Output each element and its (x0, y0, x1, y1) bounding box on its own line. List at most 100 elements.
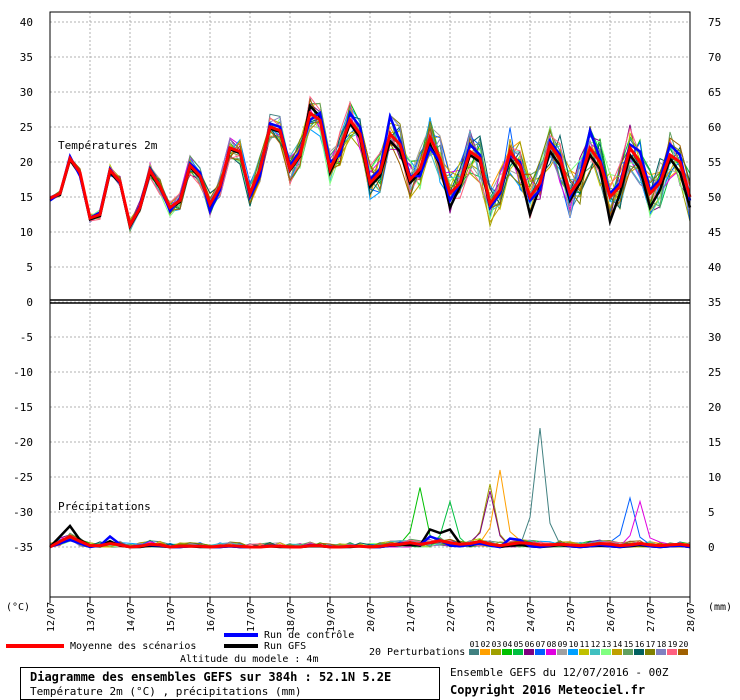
x-tick-label: 17/07 (246, 602, 257, 632)
right-tick-label: 10 (708, 471, 721, 484)
perturbation-number: 08 (546, 640, 557, 649)
left-tick-label: 35 (20, 51, 33, 64)
perturbation-swatch (634, 649, 644, 655)
perturbation-swatch (480, 649, 490, 655)
left-tick-label: -30 (13, 506, 33, 519)
x-tick-label: 28/07 (686, 602, 697, 632)
perturbation-number: 05 (513, 640, 524, 649)
legend-mean-swatch (6, 644, 64, 648)
perturbation-swatches (469, 649, 689, 655)
perturbation-number: 18 (656, 640, 667, 649)
left-tick-label: -20 (13, 436, 33, 449)
x-tick-label: 26/07 (606, 602, 617, 632)
right-tick-label: 70 (708, 51, 721, 64)
x-tick-label: 18/07 (286, 602, 297, 632)
right-unit-label: (mm) (708, 602, 732, 613)
perturbation-swatch (656, 649, 666, 655)
perturbation-swatch (590, 649, 600, 655)
perturbation-number: 19 (667, 640, 678, 649)
right-tick-label: 15 (708, 436, 721, 449)
precip-panel-label: Précipitations (58, 500, 151, 513)
right-tick-label: 25 (708, 366, 721, 379)
perturbation-swatch (491, 649, 501, 655)
x-tick-label: 21/07 (406, 602, 417, 632)
perturbation-number: 09 (557, 640, 568, 649)
perturbation-number: 15 (623, 640, 634, 649)
ensemble-run-label: Ensemble GEFS du 12/07/2016 - 00Z (450, 666, 669, 679)
legend-gfs: Run GFS (224, 641, 306, 652)
perturbation-swatch (601, 649, 611, 655)
x-tick-label: 12/07 (46, 602, 57, 632)
x-tick-label: 14/07 (126, 602, 137, 632)
right-tick-label: 65 (708, 86, 721, 99)
right-tick-label: 0 (708, 541, 715, 554)
diagram-title: Diagramme des ensembles GEFS sur 384h : … (30, 670, 392, 684)
perturbation-numbers: 01 02 03 04 05 06 07 08 09 10 11 12 13 14 15 16 17 18 19 20 (469, 640, 689, 649)
legend-perturbations: 20 Perturbations (369, 647, 466, 658)
perturbation-number: 12 (590, 640, 601, 649)
right-tick-label: 40 (708, 261, 721, 274)
perturbation-swatch (535, 649, 545, 655)
x-tick-label: 15/07 (166, 602, 177, 632)
copyright-label: Copyright 2016 Meteociel.fr (450, 683, 646, 697)
x-tick-label: 16/07 (206, 602, 217, 632)
left-tick-label: -15 (13, 401, 33, 414)
left-tick-label: -10 (13, 366, 33, 379)
perturbation-number: 02 (480, 640, 491, 649)
x-tick-label: 24/07 (526, 602, 537, 632)
perturbation-number: 04 (502, 640, 513, 649)
left-tick-label: -25 (13, 471, 33, 484)
altitude-label: Altitude du modele : 4m (180, 654, 319, 665)
perturbation-number: 14 (612, 640, 623, 649)
perturbation-swatch (568, 649, 578, 655)
temperature-panel-label: Températures 2m (58, 139, 158, 152)
legend-control-label: Run de contrôle (264, 630, 355, 641)
legend-gfs-swatch (224, 644, 258, 648)
legend-control: Run de contrôle (224, 630, 354, 641)
x-tick-label: 13/07 (86, 602, 97, 632)
legend-control-swatch (224, 633, 258, 637)
perturbation-swatch (502, 649, 512, 655)
x-tick-label: 19/07 (326, 602, 337, 632)
perturbation-number: 10 (568, 640, 579, 649)
right-tick-label: 55 (708, 156, 721, 169)
left-tick-label: 10 (20, 226, 33, 239)
left-tick-label: 20 (20, 156, 33, 169)
perturbation-swatch (645, 649, 655, 655)
x-tick-label: 27/07 (646, 602, 657, 632)
x-tick-label: 23/07 (486, 602, 497, 632)
legend-mean: Moyenne des scénarios (6, 641, 196, 652)
right-tick-label: 5 (708, 506, 715, 519)
perturbation-number: 17 (645, 640, 656, 649)
perturbation-swatch (678, 649, 688, 655)
perturbation-number: 16 (634, 640, 645, 649)
left-tick-label: 15 (20, 191, 33, 204)
perturbation-number: 01 (469, 640, 480, 649)
perturbation-swatch (579, 649, 589, 655)
left-tick-label: 30 (20, 86, 33, 99)
left-tick-label: -35 (13, 541, 33, 554)
perturbation-number: 07 (535, 640, 546, 649)
perturbation-number: 11 (579, 640, 590, 649)
perturbation-swatch (546, 649, 556, 655)
perturbation-swatch (612, 649, 622, 655)
perturbation-number: 06 (524, 640, 535, 649)
perturbation-number: 20 (678, 640, 689, 649)
perturbation-number: 03 (491, 640, 502, 649)
x-tick-label: 22/07 (446, 602, 457, 632)
perturbation-swatch (623, 649, 633, 655)
diagram-subtitle: Température 2m (°C) , précipitations (mm… (30, 685, 302, 698)
perturbation-number: 13 (601, 640, 612, 649)
perturbation-swatch (513, 649, 523, 655)
right-tick-label: 75 (708, 16, 721, 29)
right-tick-label: 45 (708, 226, 721, 239)
right-tick-label: 50 (708, 191, 721, 204)
left-tick-label: 40 (20, 16, 33, 29)
x-tick-label: 20/07 (366, 602, 377, 632)
perturbation-swatch (667, 649, 677, 655)
info-box: Diagramme des ensembles GEFS sur 384h : … (20, 667, 440, 700)
x-tick-label: 25/07 (566, 602, 577, 632)
right-tick-label: 60 (708, 121, 721, 134)
right-tick-label: 35 (708, 296, 721, 309)
right-tick-label: 20 (708, 401, 721, 414)
